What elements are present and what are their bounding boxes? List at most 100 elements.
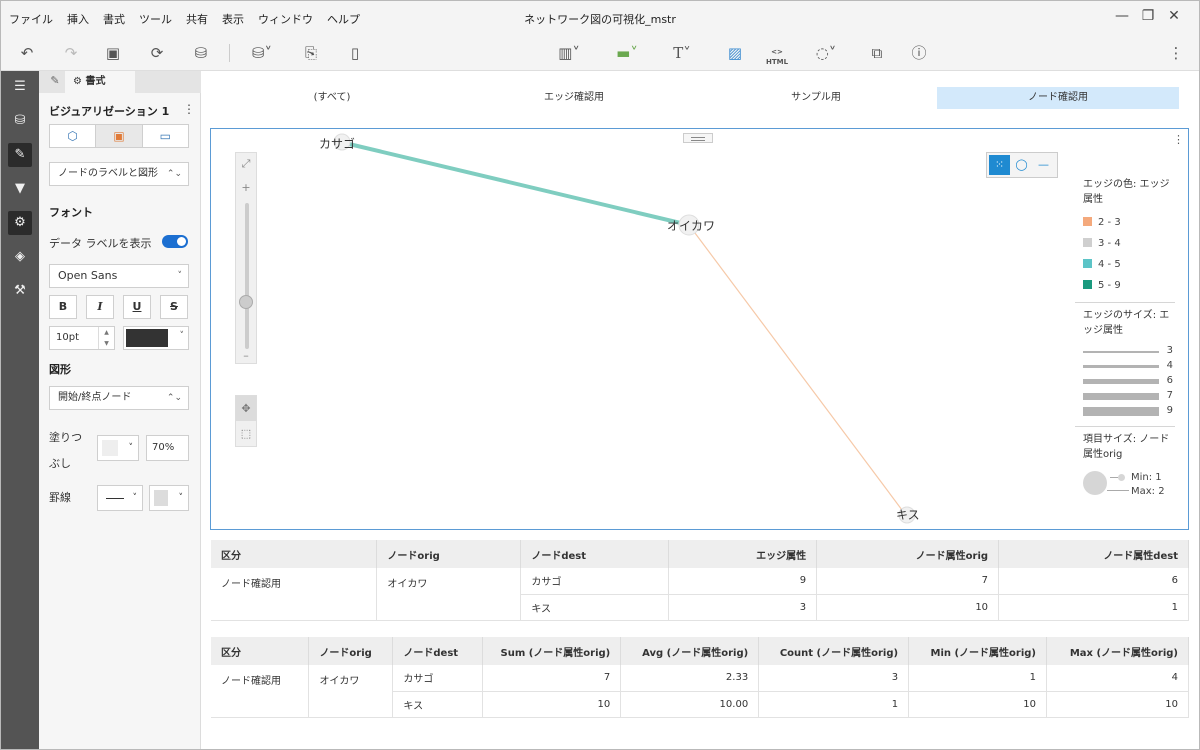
pencil-icon[interactable]: ✎ [45, 74, 65, 90]
col-header[interactable]: Avg (ノード属性orig) [620, 637, 760, 665]
underline-button[interactable]: U [123, 295, 151, 319]
col-header[interactable]: Sum (ノード属性orig) [482, 637, 622, 665]
panel-stack-icon[interactable]: ⧉ [865, 43, 889, 63]
pan-icon[interactable]: ✥ [236, 396, 256, 421]
cell-min: 1 [908, 665, 1048, 692]
info-icon[interactable]: ⓘ [907, 43, 931, 63]
minimize-button[interactable]: — [1109, 8, 1135, 24]
filter-icon[interactable]: ▼ [8, 177, 32, 201]
stepper-arrows-icon[interactable]: ▲ ▼ [98, 327, 114, 349]
legend-color-label: 3 - 4 [1098, 238, 1121, 249]
col-header[interactable]: ノードorig [308, 637, 394, 665]
shape-icon[interactable]: ◌˅ [807, 43, 845, 63]
window-controls: — ❐ ✕ [1109, 8, 1187, 24]
image-icon[interactable]: ▨ [723, 43, 747, 63]
menu-view[interactable]: 表示 [222, 11, 244, 27]
zoom-out-icon[interactable]: – [236, 349, 256, 362]
format-gear-icon[interactable]: ⚙ [8, 211, 32, 235]
insert-visualization-icon[interactable]: ▥˅ [549, 43, 589, 63]
menu-share[interactable]: 共有 [186, 11, 208, 27]
datasets-icon[interactable]: ⛁ [8, 109, 32, 133]
restore-button[interactable]: ❐ [1135, 8, 1161, 24]
col-header[interactable]: ノード属性dest [998, 540, 1189, 568]
zoom-slider-thumb[interactable] [239, 295, 253, 309]
font-color-picker[interactable]: ˅ [123, 326, 189, 350]
filter-selector-icon[interactable]: ▬˅ [607, 43, 647, 63]
font-size-stepper[interactable]: 10pt ▲ ▼ [49, 326, 115, 350]
col-header[interactable]: 区分 [211, 637, 310, 665]
new-page-icon[interactable]: ▯ [343, 43, 367, 63]
border-color-picker[interactable]: ˅ [149, 485, 189, 511]
menu-window[interactable]: ウィンドウ [258, 11, 313, 27]
legend-color-item: 4 - 5 [1083, 259, 1121, 270]
col-header[interactable]: Count (ノード属性orig) [758, 637, 910, 665]
menu-insert[interactable]: 挿入 [67, 11, 89, 27]
html-icon-label: HTML [765, 58, 789, 66]
col-header[interactable]: Max (ノード属性orig) [1046, 637, 1189, 665]
fill-color-picker[interactable]: ˅ [97, 435, 139, 461]
paint-roller-icon[interactable]: ⚒ [8, 279, 32, 303]
network-type-icon[interactable]: ⬡ [50, 125, 97, 147]
col-header[interactable]: ノードorig [376, 540, 522, 568]
layout-linear-icon[interactable]: — [1033, 155, 1054, 175]
cell-max: 10 [1046, 691, 1189, 718]
container-type-icon[interactable]: ▭ [143, 125, 188, 147]
col-header[interactable]: ノードdest [520, 540, 670, 568]
refresh-icon[interactable]: ⟳ [145, 43, 169, 63]
legend-edge-size-title: エッジのサイズ: エッジ属性 [1083, 310, 1170, 336]
col-header[interactable]: エッジ属性 [668, 540, 818, 568]
visualization-more-icon[interactable]: ⋮ [183, 102, 195, 116]
menu-format[interactable]: 書式 [103, 11, 125, 27]
italic-button[interactable]: I [86, 295, 114, 319]
node-label-type-icon[interactable]: ▣ [96, 125, 143, 147]
zoom-in-icon[interactable]: + [236, 181, 256, 194]
legend-size-bar [1083, 351, 1159, 353]
visualization-menu-icon[interactable]: ⋮ [1173, 133, 1184, 146]
close-button[interactable]: ✕ [1161, 8, 1187, 24]
network-visualization[interactable]: カサゴ オイカワ キス ⋮ ⤢ + – ✥ ⬚ ⁙ ◯ — エッジの色: エッジ… [210, 128, 1189, 530]
layout-scatter-icon[interactable]: ⁙ [989, 155, 1010, 175]
editor-icon[interactable]: ✎ [8, 143, 32, 167]
shape-select[interactable]: 開始/終点ノード ⌃⌄ [49, 386, 189, 410]
bold-button[interactable]: B [49, 295, 77, 319]
tab-node-check[interactable]: ノード確認用 [937, 87, 1179, 109]
show-labels-toggle[interactable] [162, 235, 188, 248]
more-icon[interactable]: ⋮ [1167, 43, 1185, 63]
col-header[interactable]: 区分 [211, 540, 378, 568]
tab-sample[interactable]: サンプル用 [695, 87, 937, 109]
text-icon[interactable]: T˅ [665, 43, 699, 63]
menu-tools[interactable]: ツール [139, 11, 172, 27]
tab-edge-check[interactable]: エッジ確認用 [453, 87, 695, 109]
duplicate-page-icon[interactable]: ⎘ [299, 43, 323, 63]
save-icon[interactable]: ▣ [101, 43, 125, 63]
menu-help[interactable]: ヘルプ [327, 11, 360, 27]
strikethrough-button[interactable]: S [160, 295, 188, 319]
tab-all[interactable]: (すべて) [211, 87, 453, 109]
target-select[interactable]: ノードのラベルと図形 ⌃⌄ [49, 162, 189, 186]
data-source-icon[interactable]: ⛁ [189, 43, 213, 63]
fit-screen-icon[interactable]: ⤢ [236, 157, 256, 171]
add-data-icon[interactable]: ⛁˅ [243, 43, 281, 63]
html-icon[interactable]: <> HTML [763, 43, 791, 66]
col-header[interactable]: ノード属性orig [816, 540, 1000, 568]
drag-handle[interactable] [683, 133, 713, 143]
tab-format[interactable]: ⚙ 書式 [65, 71, 135, 93]
legend-size-label: 6 [1166, 375, 1173, 386]
edge-oikawa-kisu[interactable] [688, 224, 906, 515]
legend-size-label: 7 [1166, 390, 1173, 401]
undo-icon[interactable]: ↶ [15, 43, 39, 63]
fill-opacity-input[interactable]: 70% [146, 435, 189, 461]
col-header[interactable]: ノードdest [392, 637, 484, 665]
marquee-select-icon[interactable]: ⬚ [236, 421, 256, 446]
font-family-select[interactable]: Open Sans ˅ [49, 264, 189, 288]
menu-file[interactable]: ファイル [9, 11, 53, 27]
edge-oikawa-kasago[interactable] [348, 142, 690, 227]
network-graph[interactable] [211, 129, 1188, 529]
contents-icon[interactable]: ☰ [8, 75, 32, 99]
border-style-select[interactable]: ˅ [97, 485, 143, 511]
zoom-slider-track[interactable] [245, 203, 249, 349]
layers-icon[interactable]: ◈ [8, 245, 32, 269]
redo-icon[interactable]: ↷ [59, 43, 83, 63]
layout-circle-icon[interactable]: ◯ [1011, 155, 1032, 175]
col-header[interactable]: Min (ノード属性orig) [908, 637, 1048, 665]
